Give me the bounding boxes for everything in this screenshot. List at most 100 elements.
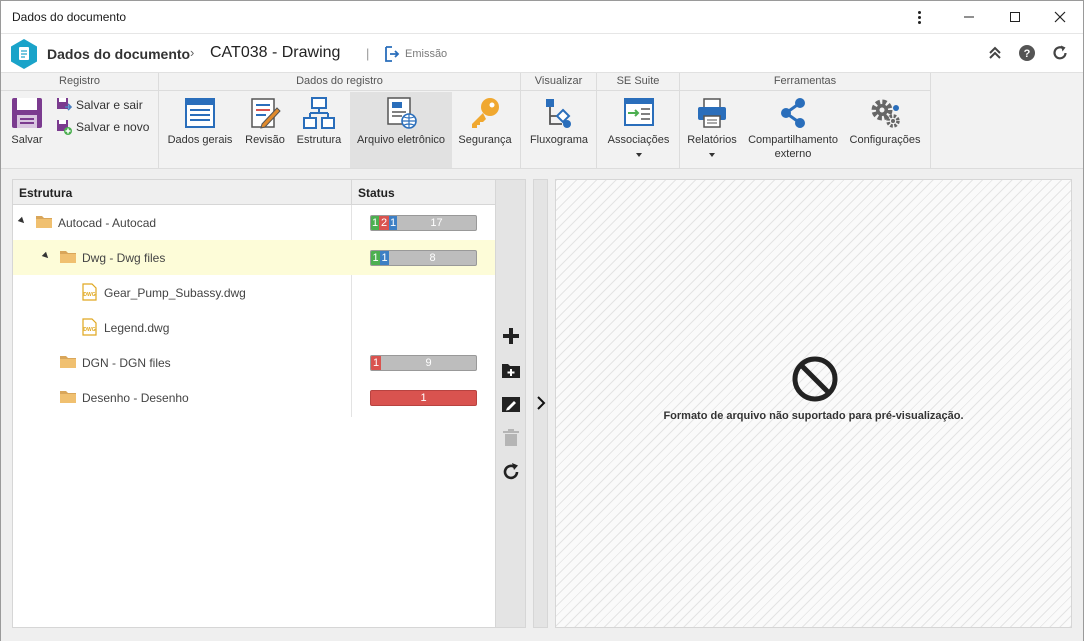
revision-button[interactable]: Revisão (241, 92, 289, 168)
save-and-new-label: Salvar e novo (76, 120, 150, 134)
settings-button[interactable]: Configurações (846, 92, 924, 168)
save-and-exit-button[interactable]: Salvar e sair (56, 96, 156, 114)
folder-icon (60, 356, 76, 368)
svg-text:?: ? (1024, 48, 1031, 60)
breadcrumb-app: Dados do documento (47, 46, 191, 62)
status-bar: 1 9 (370, 355, 477, 371)
group-title-se-suite: SE Suite (597, 73, 679, 91)
add-button[interactable] (501, 326, 521, 346)
general-data-label: Dados gerais (167, 134, 233, 146)
group-title-dados-registro: Dados do registro (159, 73, 520, 91)
flowchart-label: Fluxograma (529, 134, 589, 146)
flowchart-icon (546, 99, 571, 128)
header-divider: | (366, 46, 370, 61)
save-and-new-button[interactable]: Salvar e novo (56, 118, 156, 136)
security-button[interactable]: Segurança (455, 92, 515, 168)
title-bar: Dados do documento (1, 1, 1083, 34)
more-options-icon[interactable] (913, 9, 925, 27)
close-icon (1054, 11, 1066, 23)
column-header-structure[interactable]: Estrutura (19, 186, 72, 200)
trash-icon (503, 429, 519, 446)
group-se-suite: SE Suite Associações (597, 73, 680, 169)
associations-icon (623, 98, 654, 126)
tree-toolbar (495, 179, 526, 628)
maximize-button[interactable] (992, 1, 1038, 33)
help-icon[interactable]: ? (1018, 44, 1036, 62)
settings-label: Configurações (849, 134, 921, 146)
key-icon (472, 98, 499, 128)
flowchart-button[interactable]: Fluxograma (525, 92, 593, 168)
reports-label: Relatórios (687, 134, 737, 146)
emission-icon[interactable] (384, 46, 400, 62)
content-area: Estrutura Status Autocad - Autocad 1 2 1… (1, 169, 1083, 641)
electronic-file-button[interactable]: Arquivo eletrônico (350, 92, 452, 168)
external-share-label: Compartilhamento externo (748, 134, 838, 160)
group-title-visualizar: Visualizar (521, 73, 596, 91)
floppy-disk-icon (12, 98, 42, 128)
app-logo-icon (11, 39, 37, 69)
refresh-icon[interactable] (1051, 44, 1069, 62)
plus-icon (503, 328, 519, 344)
breadcrumb-separator: › (190, 45, 195, 60)
revision-icon (251, 98, 281, 129)
general-data-button[interactable]: Dados gerais (161, 92, 239, 168)
structure-tree: Estrutura Status Autocad - Autocad 1 2 1… (12, 179, 497, 628)
tree-item-label: DGN - DGN files (82, 356, 171, 370)
group-ferramentas: Ferramentas Relatórios Compartilhamento … (680, 73, 931, 169)
reports-button[interactable]: Relatórios (684, 92, 740, 168)
status-segment: 1 (420, 392, 427, 404)
group-title-ferramentas: Ferramentas (680, 73, 930, 91)
not-supported-icon (792, 356, 838, 402)
expand-toggle-icon[interactable] (41, 251, 51, 261)
electronic-file-icon (387, 97, 417, 129)
refresh-tree-button[interactable] (501, 462, 521, 482)
save-new-icon (57, 120, 72, 135)
add-folder-button[interactable] (501, 360, 521, 380)
column-header-status[interactable]: Status (358, 186, 395, 200)
edit-button[interactable] (501, 394, 521, 414)
tree-item-label: Desenho - Desenho (82, 391, 189, 405)
revision-label: Revisão (245, 134, 285, 146)
associations-button[interactable]: Associações (601, 92, 676, 168)
security-label: Segurança (458, 134, 512, 146)
tree-row[interactable]: Desenho - Desenho 1 (13, 380, 496, 415)
save-exit-icon (57, 98, 72, 111)
file-preview-panel: Formato de arquivo não suportado para pr… (555, 179, 1072, 628)
save-and-exit-label: Salvar e sair (76, 98, 143, 112)
tree-row[interactable]: DWG Legend.dwg (13, 310, 496, 345)
tree-row[interactable]: DWG Gear_Pump_Subassy.dwg (13, 275, 496, 310)
refresh-icon (503, 463, 519, 480)
emission-link[interactable]: Emissão (405, 48, 447, 60)
expand-toggle-icon[interactable] (17, 216, 27, 226)
gear-icon (871, 99, 900, 128)
status-segment: 1 (371, 216, 379, 230)
status-bar: 1 2 1 17 (370, 215, 477, 231)
preview-unsupported-message: Formato de arquivo não suportado para pr… (663, 410, 964, 422)
close-button[interactable] (1037, 1, 1083, 33)
external-share-button[interactable]: Compartilhamento externo (746, 92, 840, 168)
tree-item-label: Legend.dwg (104, 321, 170, 335)
status-segment: 1 (380, 251, 389, 265)
ribbon-toolbar: Registro Salvar Salvar e sair Salvar e n… (1, 72, 1083, 169)
tree-row-selected[interactable]: Dwg - Dwg files 1 1 8 (13, 240, 496, 275)
document-header: Dados do documento › CAT038 - Drawing | … (1, 34, 1083, 72)
group-dados-registro: Dados do registro Dados gerais Revisão E… (159, 73, 521, 169)
status-bar: 1 1 8 (370, 250, 477, 266)
group-registro: Registro Salvar Salvar e sair Salvar e n… (1, 73, 159, 169)
general-data-icon (185, 98, 215, 128)
collapse-up-icon[interactable] (986, 44, 1004, 62)
window-title: Dados do documento (12, 10, 127, 24)
preview-toggle[interactable] (533, 179, 548, 628)
delete-button[interactable] (501, 428, 521, 448)
tree-item-label: Gear_Pump_Subassy.dwg (104, 286, 246, 300)
add-folder-icon (502, 364, 520, 378)
maximize-icon (1010, 12, 1020, 22)
status-segment: 1 (371, 251, 380, 265)
tree-row[interactable]: Autocad - Autocad 1 2 1 17 (13, 205, 496, 240)
save-button[interactable]: Salvar (3, 92, 51, 168)
structure-button[interactable]: Estrutura (293, 92, 345, 168)
minimize-button[interactable] (946, 1, 992, 33)
folder-icon (36, 216, 52, 228)
status-segment: 2 (379, 216, 389, 230)
tree-row[interactable]: DGN - DGN files 1 9 (13, 345, 496, 380)
